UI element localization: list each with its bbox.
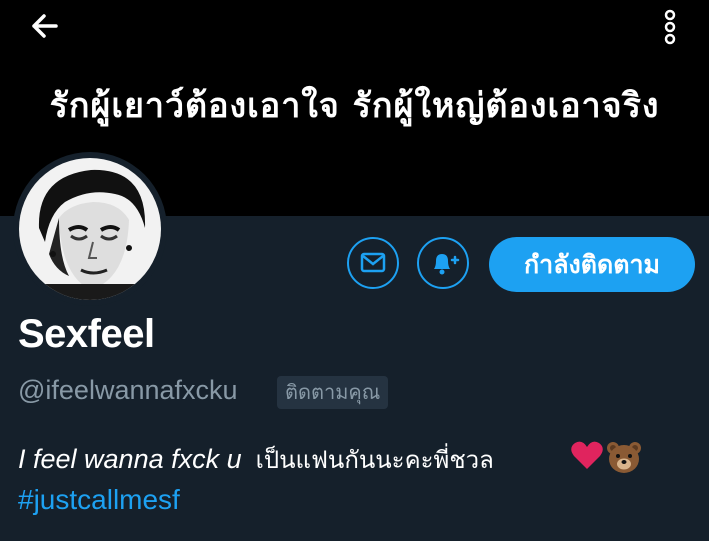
bear-face-icon	[607, 442, 641, 473]
bio-thai: เป็นแฟนกันนะคะพี่ชวล	[255, 446, 494, 474]
notifications-button[interactable]	[417, 237, 469, 289]
follows-you-badge: ติดตามคุณ	[277, 376, 389, 409]
arrow-left-icon	[32, 14, 58, 38]
bio-text: I feel wanna fxck u เป็นแฟนกันนะคะพี่ชวล	[18, 440, 494, 479]
more-options-button[interactable]	[650, 4, 690, 46]
bell-plus-icon	[434, 254, 460, 275]
avatar[interactable]	[13, 152, 167, 306]
banner-text: รักผู้เยาว์ต้องเอาใจ รักผู้ใหญ่ต้องเอาจร…	[49, 86, 660, 126]
message-button[interactable]	[347, 237, 399, 289]
bio-english: I feel wanna fxck u	[18, 444, 242, 474]
profile-photo	[19, 158, 161, 300]
user-handle: @ifeelwannafxcku	[18, 375, 238, 405]
following-button[interactable]: กำลังติดตาม	[489, 237, 695, 292]
envelope-icon	[360, 252, 386, 273]
red-heart-icon	[571, 441, 603, 469]
display-name: Sexfeel	[18, 312, 155, 356]
back-button[interactable]	[22, 8, 70, 44]
bio-hashtag-link[interactable]: #justcallmesf	[18, 484, 180, 516]
vertical-dots-icon	[664, 9, 676, 45]
